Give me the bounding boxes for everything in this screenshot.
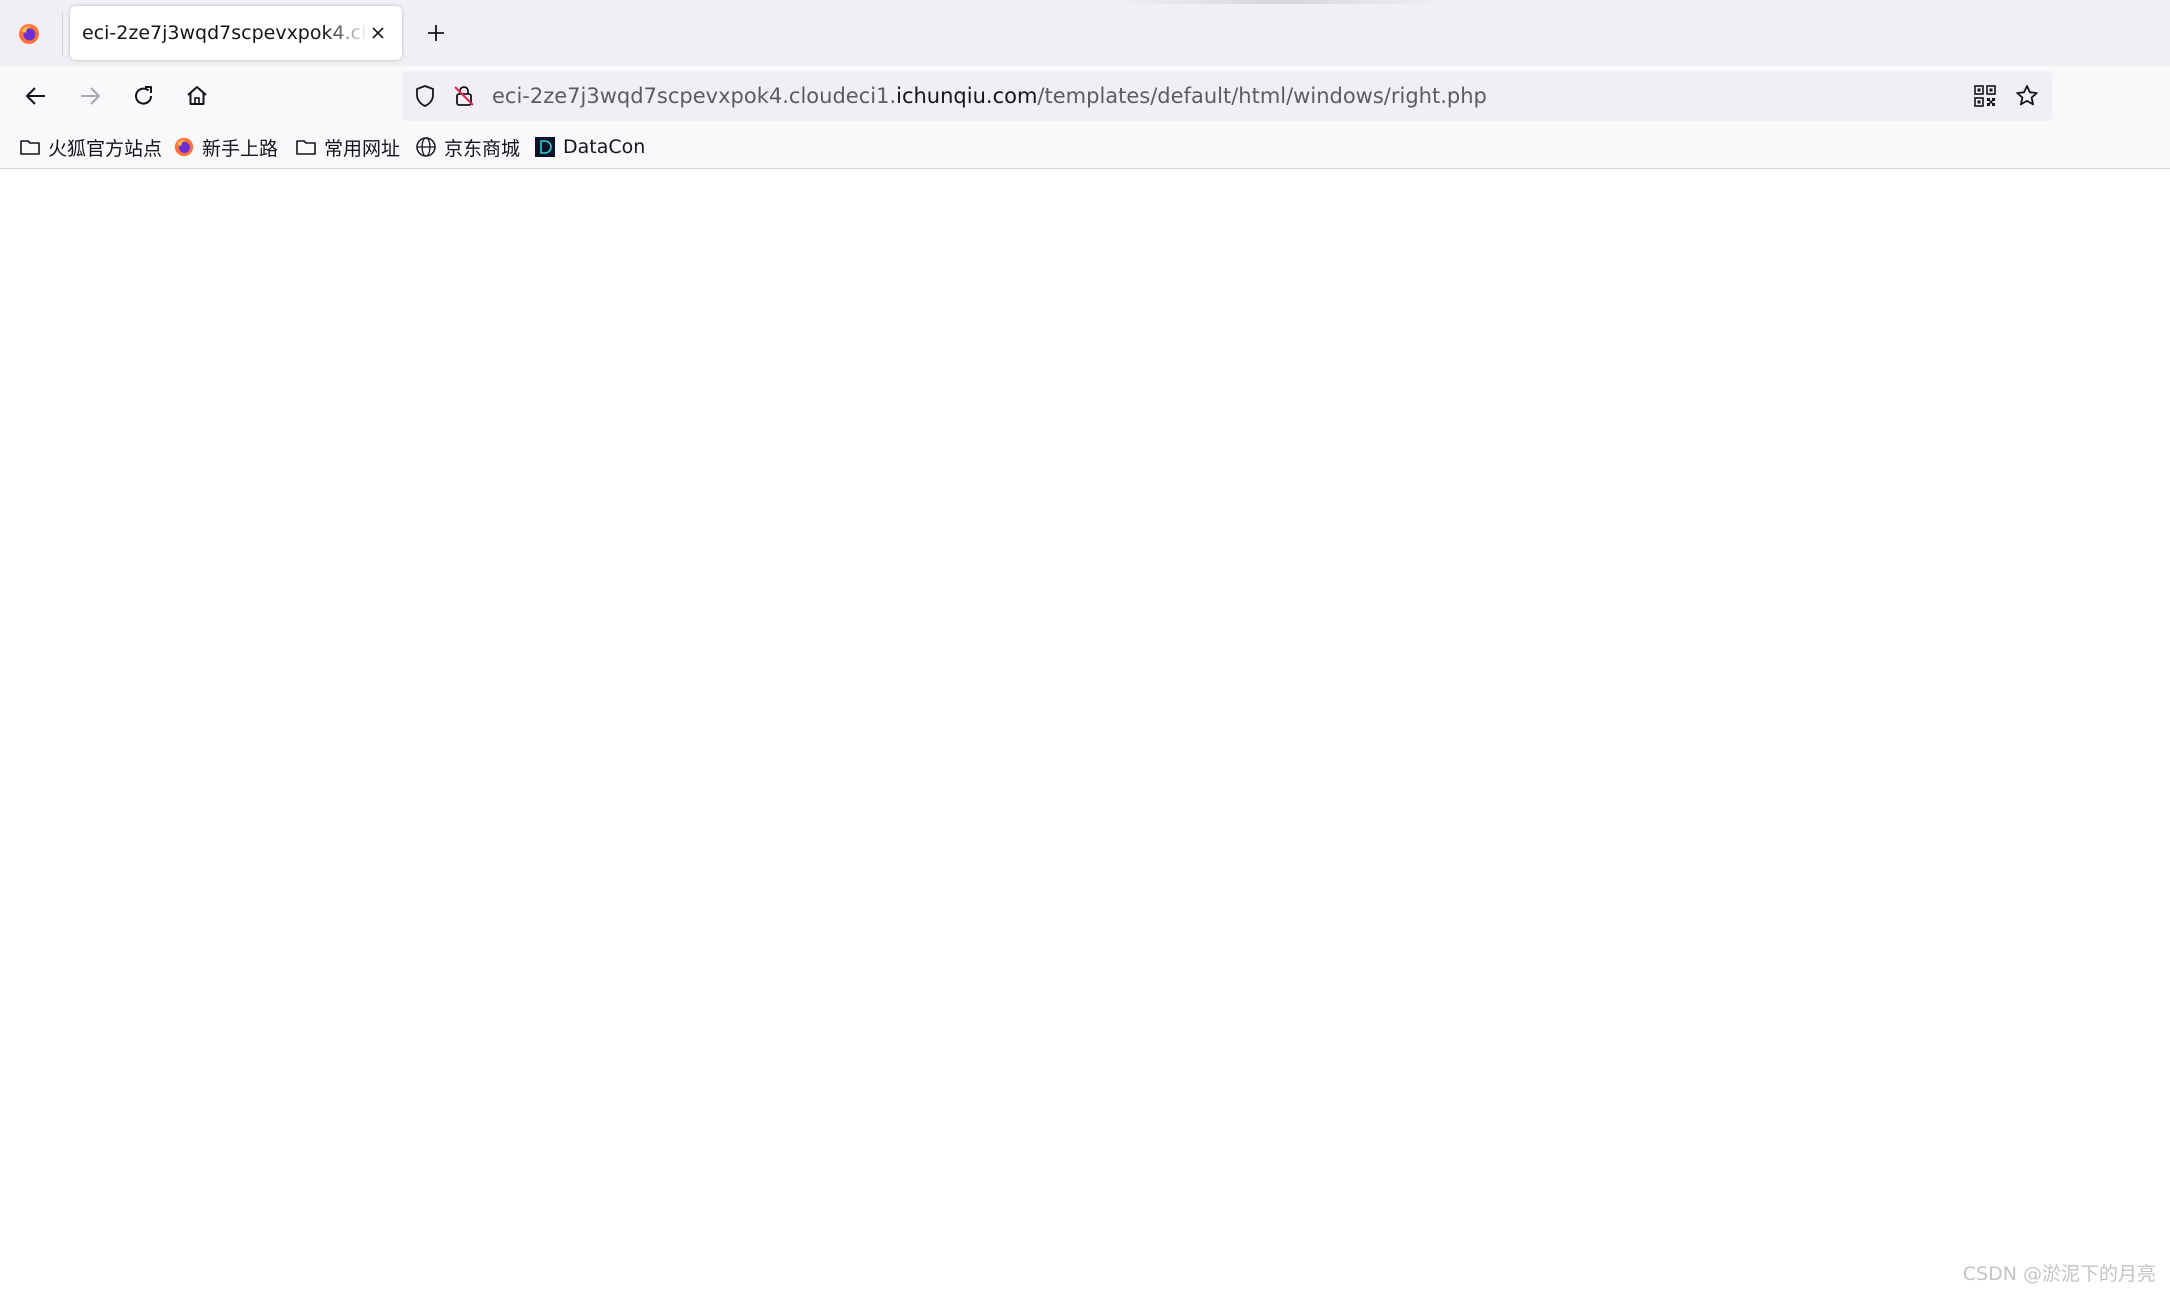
new-tab-button[interactable] <box>420 17 452 49</box>
forward-button[interactable] <box>72 78 108 114</box>
forward-arrow-icon <box>81 87 100 105</box>
bookmarks-toolbar: 火狐官方站点 新手上路 常用网址 京东商城 DataCon <box>0 126 2170 169</box>
page-content: CSDN @淤泥下的月亮 <box>0 169 2170 1294</box>
site-security-button[interactable] <box>451 83 477 109</box>
tracking-protection-button[interactable] <box>412 83 438 109</box>
bookmark-label: DataCon <box>563 136 646 158</box>
url-path: /templates/default/html/windows/right.ph… <box>1037 84 1487 108</box>
bookmark-label: 火狐官方站点 <box>48 137 163 160</box>
firefox-icon <box>172 135 196 159</box>
firefox-icon <box>19 24 39 44</box>
bookmark-label: 新手上路 <box>202 137 279 160</box>
tab-active[interactable]: eci-2ze7j3wqd7scpevxpok4.cloudeci1.ichun… <box>70 6 402 60</box>
shield-icon <box>416 85 434 107</box>
bookmark-firefox-official[interactable]: 火狐官方站点 <box>18 131 162 163</box>
datacon-icon <box>533 135 557 159</box>
back-arrow-icon <box>26 87 45 105</box>
bookmark-label: 京东商城 <box>444 137 521 160</box>
home-button[interactable] <box>179 78 215 114</box>
star-icon <box>2016 85 2038 106</box>
plus-icon <box>428 25 444 41</box>
firefox-view-button[interactable] <box>12 17 46 51</box>
bookmark-star-button[interactable] <box>2014 83 2040 109</box>
back-button[interactable] <box>18 78 54 114</box>
insecure-lock-icon <box>454 86 474 106</box>
tab-close-button[interactable] <box>366 21 390 45</box>
bookmark-label: 常用网址 <box>324 137 401 160</box>
bookmark-jd-mall[interactable]: 京东商城 <box>414 131 520 163</box>
bookmark-datacon[interactable]: DataCon <box>533 131 645 163</box>
url-prefix: eci-2ze7j3wqd7scpevxpok4.cloudeci1. <box>492 84 897 108</box>
globe-icon <box>414 135 438 159</box>
home-icon <box>187 86 207 105</box>
url-bar[interactable]: eci-2ze7j3wqd7scpevxpok4.cloudeci1.ichun… <box>402 71 2052 121</box>
tab-strip: eci-2ze7j3wqd7scpevxpok4.cloudeci1.ichun… <box>0 0 2170 66</box>
url-domain: ichunqiu.com <box>896 84 1038 108</box>
tab-title: eci-2ze7j3wqd7scpevxpok4.cloudeci1.ichun… <box>82 22 368 44</box>
folder-icon <box>18 135 42 159</box>
navigation-bar: eci-2ze7j3wqd7scpevxpok4.cloudeci1.ichun… <box>0 66 2170 126</box>
close-icon <box>372 27 384 39</box>
bookmark-getting-started[interactable]: 新手上路 <box>172 131 278 163</box>
qr-code-icon <box>1974 85 1996 107</box>
bookmark-common-sites[interactable]: 常用网址 <box>294 131 400 163</box>
watermark: CSDN @淤泥下的月亮 <box>1962 1263 2156 1285</box>
qr-code-button[interactable] <box>1972 83 1998 109</box>
folder-icon <box>294 135 318 159</box>
reload-icon <box>135 86 153 105</box>
browser-window: eci-2ze7j3wqd7scpevxpok4.cloudeci1.ichun… <box>0 0 2170 1294</box>
tab-strip-highlight <box>1110 0 1450 4</box>
tab-separator <box>62 12 63 56</box>
reload-button[interactable] <box>126 78 162 114</box>
url-text[interactable]: eci-2ze7j3wqd7scpevxpok4.cloudeci1.ichun… <box>492 71 1487 121</box>
